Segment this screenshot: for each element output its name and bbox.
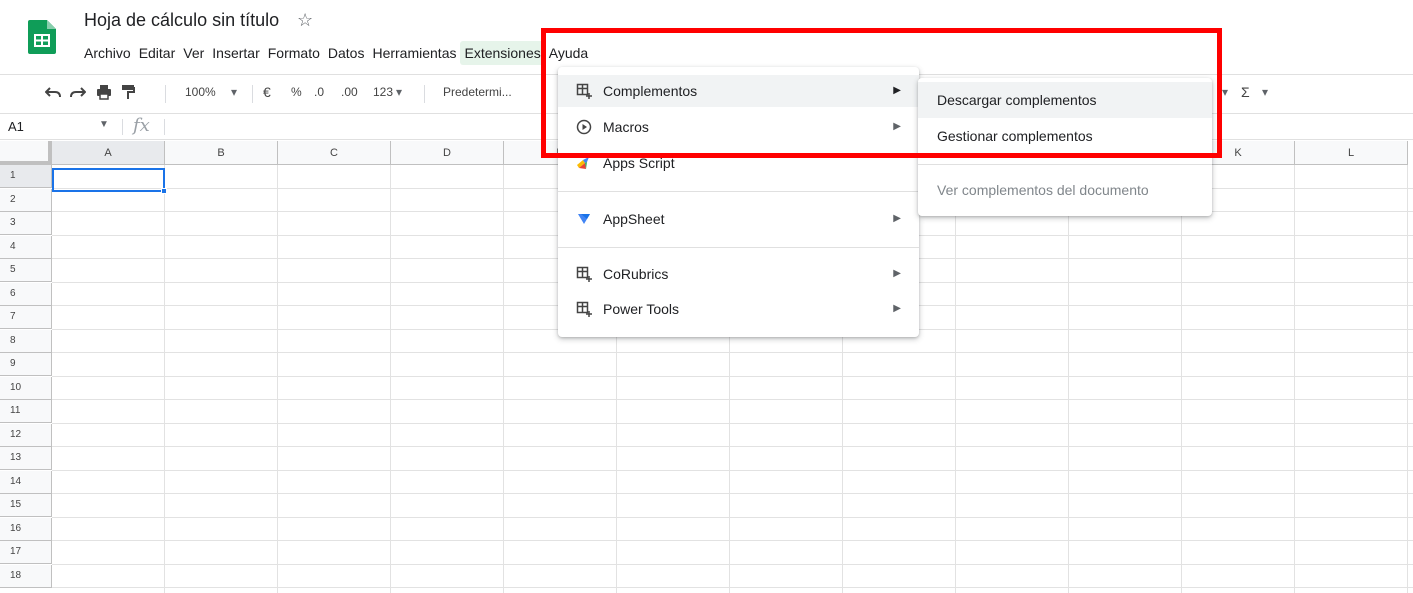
document-title[interactable]: Hoja de cálculo sin título (84, 10, 279, 31)
submenu-arrow-icon: ▶ (893, 303, 901, 314)
row-header-1[interactable]: 1 (0, 165, 52, 188)
redo-icon[interactable] (70, 85, 86, 99)
grid-row-line (52, 587, 1413, 588)
row-header-11[interactable]: 11 (0, 400, 52, 423)
print-icon[interactable] (96, 84, 112, 100)
row-header-2[interactable]: 2 (0, 189, 52, 212)
column-header-l[interactable]: L (1295, 141, 1408, 165)
menu-item-label: CoRubrics (603, 266, 669, 282)
formula-divider (164, 119, 165, 135)
row-header-8[interactable]: 8 (0, 330, 52, 353)
column-header-c[interactable]: C (278, 141, 391, 165)
grid-row-line (52, 517, 1413, 518)
row-header-5[interactable]: 5 (0, 259, 52, 282)
row-header-7[interactable]: 7 (0, 306, 52, 329)
grid-row-line (52, 446, 1413, 447)
row-header-9[interactable]: 9 (0, 353, 52, 376)
menu-divider (558, 247, 919, 248)
sheets-logo-icon[interactable] (28, 20, 56, 54)
grid-row-line (52, 470, 1413, 471)
menu-bar: Archivo Editar Ver Insertar Formato Dato… (80, 41, 592, 65)
menu-editar[interactable]: Editar (135, 41, 180, 65)
menu-extensiones[interactable]: Extensiones (460, 41, 545, 65)
row-header-6[interactable]: 6 (0, 283, 52, 306)
paint-format-icon[interactable] (121, 84, 135, 100)
name-box[interactable]: A1 (8, 119, 24, 134)
grid-column-line (955, 165, 956, 593)
decrease-decimal-button[interactable]: .0 (314, 83, 324, 101)
grid-column-line (1294, 165, 1295, 593)
menu-formato[interactable]: Formato (264, 41, 324, 65)
toolbar-divider (165, 85, 166, 103)
row-header-17[interactable]: 17 (0, 541, 52, 564)
select-all-corner[interactable] (0, 141, 52, 165)
row-header-16[interactable]: 16 (0, 518, 52, 541)
chevron-down-icon[interactable]: ▾ (396, 83, 402, 101)
menu-archivo[interactable]: Archivo (80, 41, 135, 65)
menu-ver[interactable]: Ver (179, 41, 208, 65)
column-header-a[interactable]: A (52, 141, 165, 165)
grid-column-line (1407, 165, 1408, 593)
menu-insertar[interactable]: Insertar (208, 41, 263, 65)
column-header-b[interactable]: B (165, 141, 278, 165)
grid-row-line (52, 564, 1413, 565)
font-select[interactable]: Predetermi... (443, 83, 512, 101)
star-icon[interactable]: ☆ (297, 10, 313, 31)
addon-icon (574, 293, 594, 325)
chevron-down-icon[interactable]: ▾ (1262, 83, 1268, 101)
toolbar-divider (424, 85, 425, 103)
grid-column-line (503, 165, 504, 593)
formula-divider (122, 119, 123, 135)
menu-item-appsheet[interactable]: AppSheet ▶ (558, 203, 919, 235)
fx-icon: fx (133, 115, 150, 136)
submenu-arrow-icon: ▶ (893, 213, 901, 224)
grid-column-line (1068, 165, 1069, 593)
row-header-15[interactable]: 15 (0, 494, 52, 517)
selected-cell[interactable] (52, 168, 165, 192)
submenu-arrow-icon: ▶ (893, 268, 901, 279)
menu-datos[interactable]: Datos (324, 41, 369, 65)
functions-button[interactable]: Σ (1241, 83, 1250, 101)
grid-row-line (52, 376, 1413, 377)
menu-item-power-tools[interactable]: Power Tools ▶ (558, 293, 919, 325)
grid-column-line (164, 165, 165, 593)
menu-item-ver-complementos-documento: Ver complementos del documento (937, 182, 1149, 198)
chevron-down-icon[interactable]: ▼ (99, 119, 109, 130)
row-header-14[interactable]: 14 (0, 471, 52, 494)
grid-column-line (1181, 165, 1182, 593)
menu-item-label: Power Tools (603, 301, 680, 317)
menu-divider (918, 164, 1212, 165)
menu-herramientas[interactable]: Herramientas (368, 41, 460, 65)
percent-button[interactable]: % (291, 83, 302, 101)
undo-icon[interactable] (45, 85, 61, 99)
menu-item-label: AppSheet (603, 211, 665, 227)
currency-button[interactable]: € (263, 83, 271, 101)
row-header-13[interactable]: 13 (0, 447, 52, 470)
grid-row-line (52, 352, 1413, 353)
more-formats-button[interactable]: 123 (373, 83, 393, 101)
chevron-down-icon[interactable]: ▾ (231, 83, 237, 101)
row-header-4[interactable]: 4 (0, 236, 52, 259)
appsheet-icon (574, 203, 594, 235)
row-header-3[interactable]: 3 (0, 212, 52, 235)
increase-decimal-button[interactable]: .00 (341, 83, 358, 101)
highlight-box (541, 28, 1222, 158)
grid-row-line (52, 540, 1413, 541)
chevron-down-icon[interactable]: ▾ (1222, 83, 1228, 101)
row-header-10[interactable]: 10 (0, 377, 52, 400)
grid-row-line (52, 493, 1413, 494)
grid-column-line (390, 165, 391, 593)
grid-row-line (52, 399, 1413, 400)
menu-item-corubrics[interactable]: CoRubrics ▶ (558, 258, 919, 290)
grid-column-line (277, 165, 278, 593)
addon-icon (574, 258, 594, 290)
menu-divider (558, 191, 919, 192)
zoom-select[interactable]: 100% (185, 83, 216, 101)
row-header-12[interactable]: 12 (0, 424, 52, 447)
fill-handle[interactable] (161, 188, 167, 194)
toolbar-divider (252, 85, 253, 103)
column-header-d[interactable]: D (391, 141, 504, 165)
row-header-18[interactable]: 18 (0, 565, 52, 588)
grid-row-line (52, 423, 1413, 424)
